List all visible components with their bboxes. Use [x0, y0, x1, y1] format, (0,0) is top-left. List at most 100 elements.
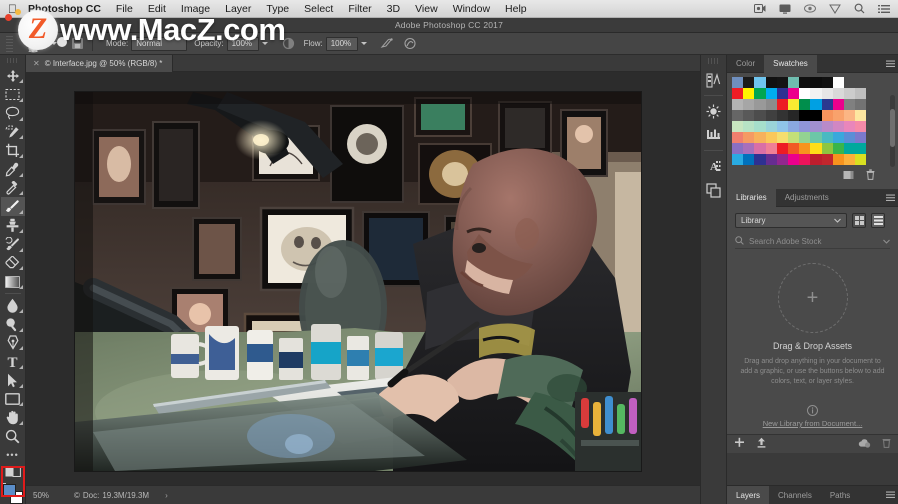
color-swatch[interactable]: [832, 121, 844, 132]
color-swatch[interactable]: [765, 132, 777, 143]
color-swatch[interactable]: [843, 143, 856, 154]
tool-expand-arrow-icon[interactable]: [19, 421, 23, 426]
document-tab[interactable]: ✕ © Interface.jpg @ 50% (RGB/8) *: [26, 54, 174, 72]
adjustments-icon[interactable]: [701, 99, 726, 123]
tab-adjustments[interactable]: Adjustments: [776, 189, 838, 207]
color-swatch[interactable]: [832, 88, 844, 99]
color-swatch[interactable]: [776, 121, 788, 132]
more-tools-button[interactable]: •••: [1, 446, 25, 465]
color-swatch[interactable]: [855, 110, 867, 121]
color-swatch[interactable]: [787, 110, 800, 121]
close-icon[interactable]: ✕: [33, 59, 40, 68]
menu-item-select[interactable]: Select: [304, 3, 333, 15]
color-swatch[interactable]: [743, 121, 755, 132]
delete-icon[interactable]: [882, 435, 891, 453]
recent-swatch[interactable]: [821, 77, 833, 88]
color-swatch[interactable]: [855, 121, 867, 132]
color-swatch[interactable]: [799, 88, 811, 99]
color-swatch[interactable]: [810, 99, 822, 110]
color-swatch[interactable]: [743, 132, 755, 143]
icon-dock-grip[interactable]: [708, 58, 719, 64]
brush-tool[interactable]: [0, 197, 25, 217]
color-swatches[interactable]: [1, 481, 25, 504]
grid-view-icon[interactable]: [852, 213, 866, 228]
color-swatch[interactable]: [776, 154, 788, 165]
brush-preset-preview[interactable]: 121: [18, 35, 48, 54]
trash-icon[interactable]: [866, 167, 875, 185]
menu-item-filter[interactable]: Filter: [348, 3, 371, 15]
status-expand-icon[interactable]: ›: [165, 491, 168, 500]
color-swatch[interactable]: [787, 99, 800, 110]
upload-icon[interactable]: [756, 435, 767, 453]
color-swatch[interactable]: [754, 121, 766, 132]
options-bar-grip[interactable]: [6, 35, 13, 52]
shield-icon[interactable]: [829, 4, 841, 14]
foreground-color-swatch[interactable]: [2, 483, 16, 497]
color-swatch[interactable]: [855, 154, 867, 165]
panel-menu-icon[interactable]: [882, 60, 898, 68]
tool-expand-arrow-icon[interactable]: [19, 247, 23, 252]
color-swatch[interactable]: [732, 132, 744, 143]
color-swatch[interactable]: [855, 88, 867, 99]
color-swatch[interactable]: [810, 154, 822, 165]
healing-brush-tool[interactable]: [1, 179, 25, 198]
panel-menu-icon[interactable]: [882, 194, 898, 202]
color-swatch[interactable]: [821, 110, 833, 121]
pen-tool[interactable]: [1, 334, 25, 353]
color-swatch[interactable]: [832, 154, 844, 165]
tool-expand-arrow-icon[interactable]: [19, 402, 23, 407]
lasso-tool[interactable]: [1, 104, 25, 123]
recent-swatch[interactable]: [754, 77, 766, 88]
gradient-tool[interactable]: [1, 272, 25, 291]
list-icon[interactable]: [878, 4, 890, 14]
menu-item-edit[interactable]: Edit: [148, 3, 166, 15]
color-swatch[interactable]: [855, 143, 867, 154]
color-swatch[interactable]: [787, 88, 800, 99]
tool-expand-arrow-icon[interactable]: [19, 79, 23, 84]
swatches-scrollbar[interactable]: [890, 95, 895, 167]
cloud-sync-icon[interactable]: [858, 435, 871, 453]
tablet-pressure-opacity-icon[interactable]: [280, 35, 297, 52]
histogram-icon[interactable]: [701, 68, 726, 92]
history-brush-tool[interactable]: [1, 235, 25, 254]
tab-layers[interactable]: Layers: [727, 485, 770, 504]
color-swatch[interactable]: [776, 143, 788, 154]
blend-mode-select[interactable]: Normal: [131, 36, 188, 51]
color-swatch[interactable]: [821, 132, 833, 143]
color-swatch[interactable]: [732, 88, 744, 99]
tool-expand-arrow-icon[interactable]: [19, 191, 23, 196]
tool-expand-arrow-icon[interactable]: [19, 135, 23, 140]
eraser-tool[interactable]: [1, 254, 25, 273]
recent-swatch[interactable]: [732, 77, 744, 88]
recent-swatch[interactable]: [810, 77, 822, 88]
new-library-from-document-link[interactable]: New Library from Document...: [727, 419, 898, 428]
tool-expand-arrow-icon[interactable]: [19, 172, 23, 177]
marquee-tool[interactable]: [1, 85, 25, 104]
color-swatch[interactable]: [776, 88, 788, 99]
tab-channels[interactable]: Channels: [769, 486, 821, 504]
layer-comps-icon[interactable]: [701, 178, 726, 202]
eye-icon[interactable]: [804, 4, 816, 13]
color-swatch[interactable]: [754, 88, 766, 99]
color-swatch[interactable]: [855, 132, 867, 143]
color-swatch[interactable]: [799, 121, 811, 132]
recent-swatch[interactable]: [832, 77, 844, 88]
color-swatch[interactable]: [743, 110, 755, 121]
color-swatch[interactable]: [810, 132, 822, 143]
new-swatch-icon[interactable]: [843, 167, 854, 185]
chevron-down-icon[interactable]: [834, 216, 841, 225]
color-swatch[interactable]: [732, 110, 744, 121]
tool-expand-arrow-icon[interactable]: [19, 327, 23, 332]
color-swatch[interactable]: [787, 143, 800, 154]
search-icon[interactable]: [854, 3, 865, 14]
screen-record-icon[interactable]: [754, 4, 766, 13]
recent-swatch[interactable]: [765, 77, 777, 88]
brush-preset-chevron-icon[interactable]: [51, 42, 57, 45]
color-swatch[interactable]: [821, 99, 833, 110]
hand-tool[interactable]: [1, 408, 25, 427]
tool-expand-arrow-icon[interactable]: [19, 210, 23, 215]
search-adobe-stock-field[interactable]: Search Adobe Stock: [735, 234, 890, 249]
document-info[interactable]: © Doc: 19.3M/19.3M ›: [74, 491, 168, 500]
swatches-panel[interactable]: [727, 73, 898, 189]
tab-swatches[interactable]: Swatches: [764, 54, 817, 73]
